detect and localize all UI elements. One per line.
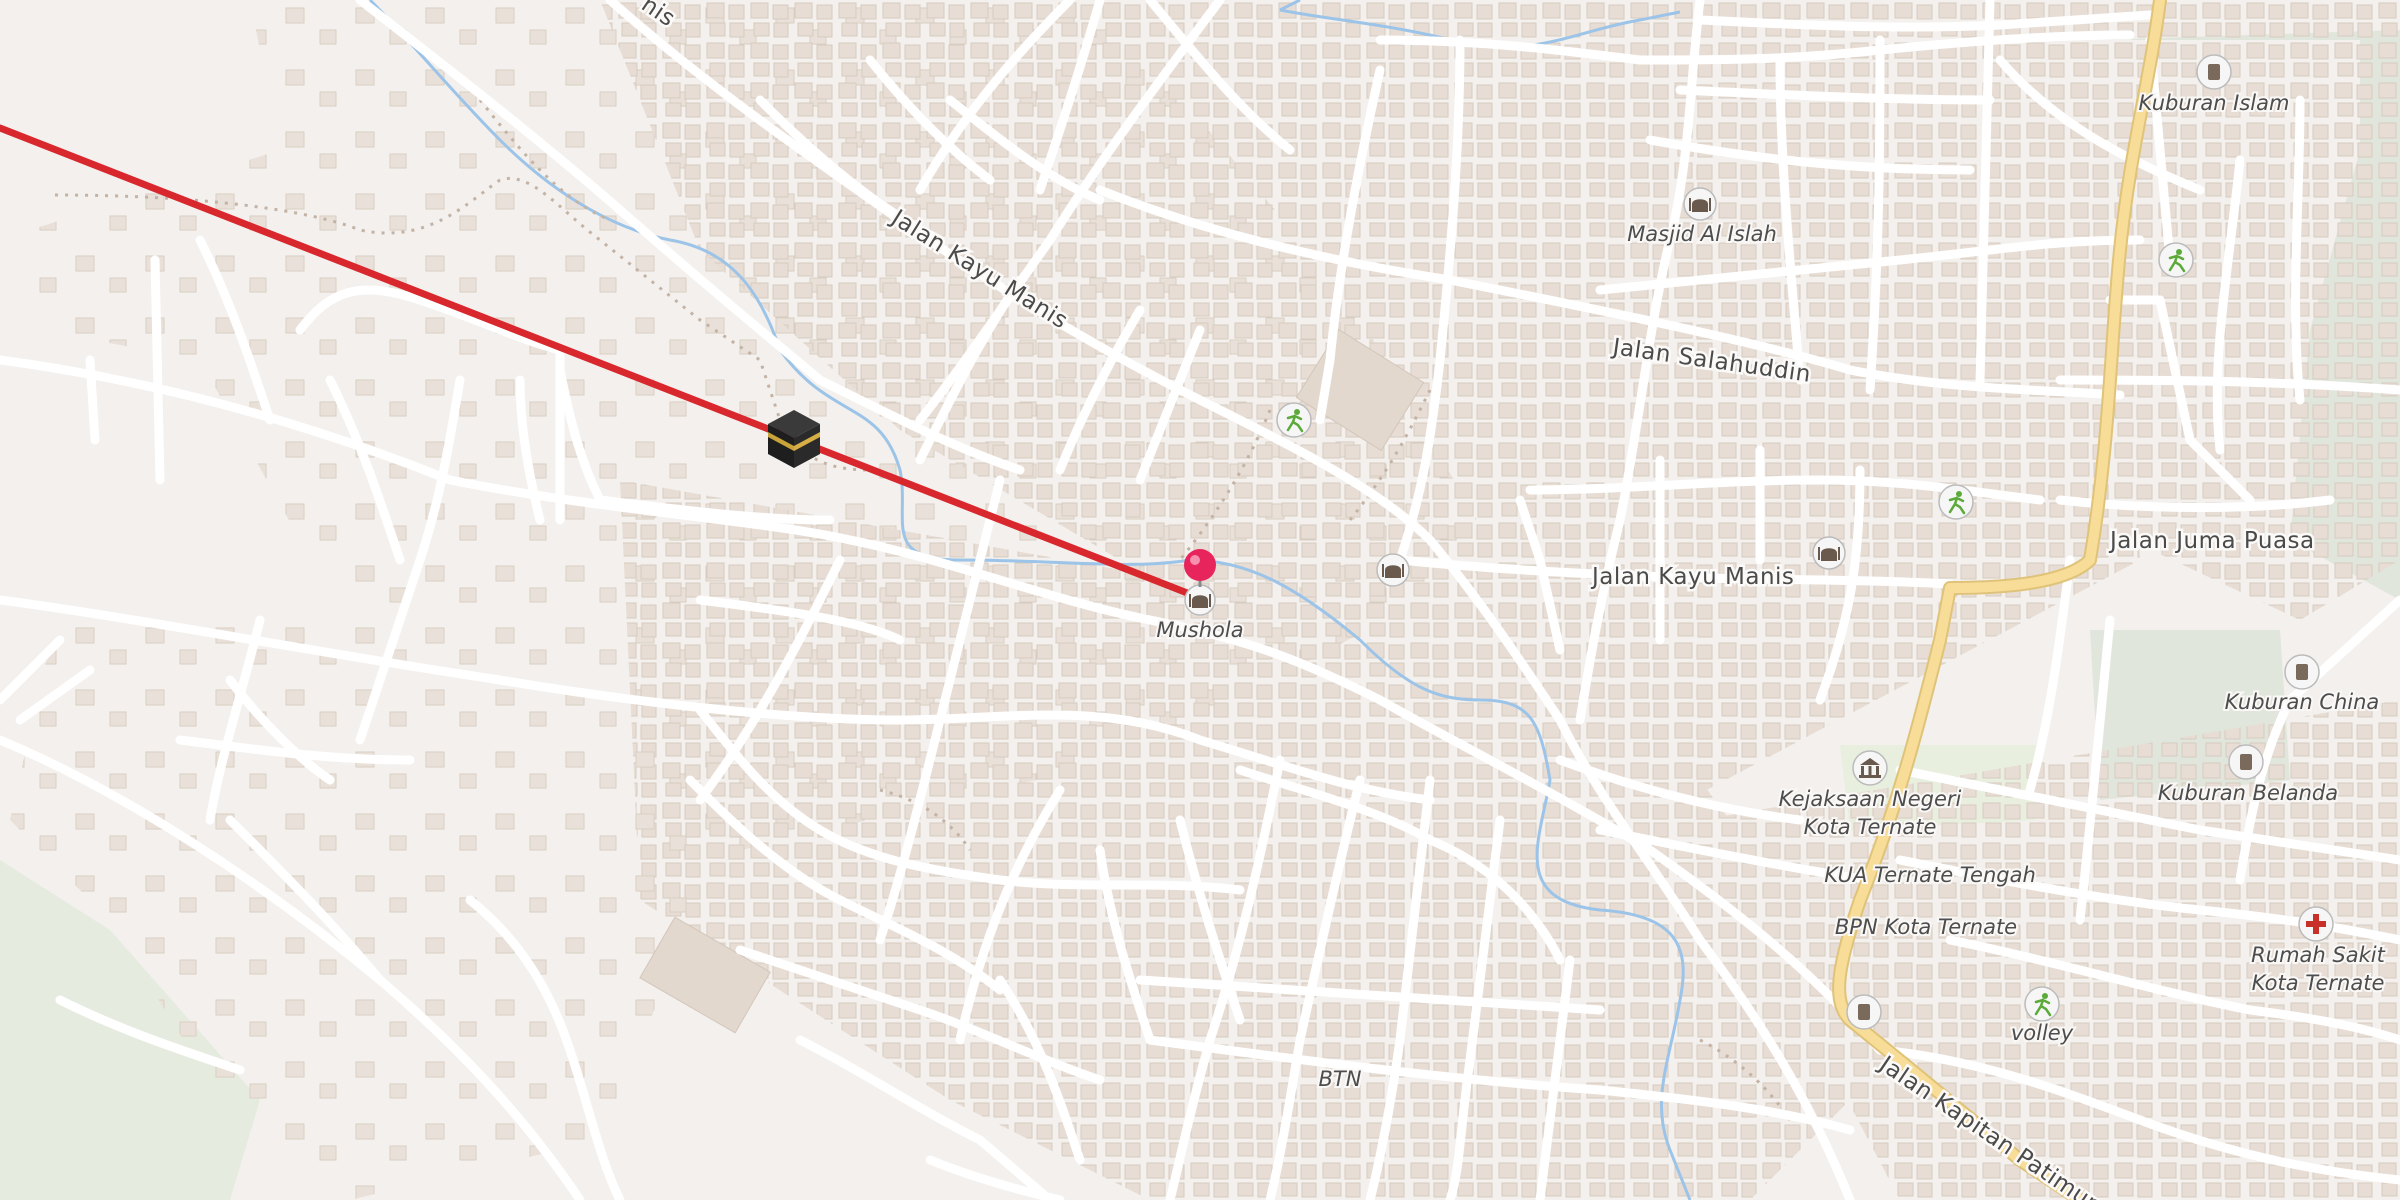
poi-sports-unlabeled-3[interactable] [2158,242,2194,278]
poi-label: Kuburan China [2225,690,2380,714]
poi-label: Kejaksaan Negeri [1779,787,1962,811]
cemetery-icon [2284,654,2320,690]
poi-label: Kuburan Belanda [2158,781,2338,805]
poi-mosque-unlabeled-1[interactable] [1376,553,1410,587]
poi-sports-unlabeled-2[interactable] [1938,484,1974,520]
cemetery-icon [2228,744,2264,780]
poi-label: KUA Ternate Tengah [1824,863,2036,887]
government-building-icon [1852,750,1888,786]
poi-label: Kuburan Islam [2139,91,2290,115]
poi-label: Masjid Al Islah [1627,222,1777,246]
street-label-kayu-manis-e: Jalan Kayu Manis [1590,564,1794,590]
poi-label: Rumah Sakit [2251,943,2385,967]
poi-label-line2: Kota Ternate [1804,815,1937,839]
poi-kua-ternate-tengah[interactable]: KUA Ternate Tengah [1822,861,2038,889]
map-view[interactable]: Jalan Kayu Manis Jalan Kayu Manis Jalan … [0,0,2400,1200]
cemetery-icon [2196,54,2232,90]
poi-sports-unlabeled-1[interactable] [1276,402,1312,438]
sports-icon [1276,402,1312,438]
sports-icon [1938,484,1974,520]
area-label-btn: BTN [1319,1067,1362,1091]
poi-label: BPN Kota Ternate [1835,915,2017,939]
poi-bpn-kota-ternate[interactable]: BPN Kota Ternate [1833,913,2019,941]
mosque-icon [1683,187,1717,221]
poi-label-line2: Kota Ternate [2252,971,2385,995]
mosque-icon [1184,584,1216,616]
hospital-icon [2298,906,2334,942]
sports-icon [2158,242,2194,278]
mosque-icon [1812,536,1846,570]
poi-label: volley [2011,1021,2074,1045]
poi-cemetery-unlabeled[interactable] [1846,994,1882,1030]
sports-icon [2024,986,2060,1022]
poi-label: Mushola [1156,618,1243,642]
cemetery-icon [1846,994,1882,1030]
street-label-juma-puasa: Jalan Juma Puasa [2108,528,2315,554]
map-canvas[interactable]: Jalan Kayu Manis Jalan Kayu Manis Jalan … [0,0,2400,1200]
poi-mosque-unlabeled-2[interactable] [1812,536,1846,570]
mosque-icon [1376,553,1410,587]
